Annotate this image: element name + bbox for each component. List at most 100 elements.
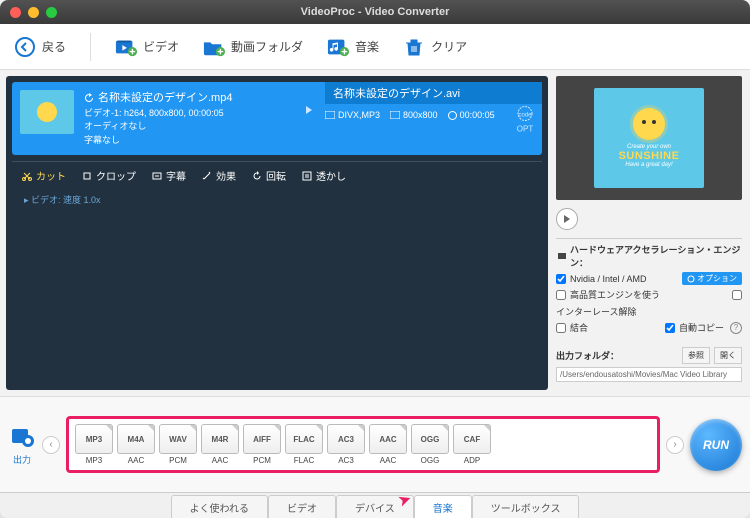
clip-output-info: 名称未設定のデザイン.avi DIVX,MP3 800x800 00:00:05 <box>325 90 534 147</box>
add-music-button[interactable]: 音楽 <box>327 36 379 58</box>
format-label: AAC <box>128 456 144 465</box>
codec-info: DIVX,MP3 <box>325 110 380 120</box>
nvidia-label: Nvidia / Intel / AMD <box>570 274 647 284</box>
arrow-right-icon <box>303 90 315 130</box>
format-icon: MP3 <box>75 424 113 454</box>
scroll-left-button[interactable]: ‹ <box>42 436 60 454</box>
subtitle-button[interactable]: 字幕 <box>152 168 186 183</box>
format-m4r[interactable]: M4RAAC <box>201 424 239 465</box>
folder-plus-icon <box>203 36 225 58</box>
hw-option-button[interactable]: オプション <box>682 272 742 285</box>
category-tabs: よく使われる ビデオ デバイス 音楽 ツールボックス ➤ <box>0 492 750 518</box>
deinterlace-checkbox[interactable] <box>732 290 742 300</box>
format-wav[interactable]: WAVPCM <box>159 424 197 465</box>
chip-icon <box>556 251 567 261</box>
clear-label: クリア <box>431 38 467 55</box>
back-button[interactable]: 戻る <box>14 36 66 58</box>
clip-audio-info: オーディオなし <box>84 120 293 134</box>
trash-icon <box>403 36 425 58</box>
open-button[interactable]: 開く <box>714 347 742 364</box>
format-mp3[interactable]: MP3MP3 <box>75 424 113 465</box>
cut-button[interactable]: カット <box>22 168 66 183</box>
folder-path: /Users/endousatoshi/Movies/Mac Video Lib… <box>556 367 742 382</box>
format-list: MP3MP3M4AAACWAVPCMM4RAACAIFFPCMFLACFLACA… <box>66 416 660 473</box>
rotate-icon <box>252 171 262 181</box>
clear-button[interactable]: クリア <box>403 36 467 58</box>
svg-text:code: code <box>518 112 532 118</box>
format-aac[interactable]: AACAAC <box>369 424 407 465</box>
preview-area: Create your own SUNSHINE Have a great da… <box>556 76 742 200</box>
format-caf[interactable]: CAF ADP <box>453 424 491 465</box>
effect-button[interactable]: 効果 <box>202 168 236 183</box>
format-label: PCM <box>253 456 271 465</box>
gear-icon <box>687 275 695 283</box>
music-plus-icon <box>327 36 349 58</box>
play-button[interactable] <box>556 208 578 230</box>
format-icon: CAF <box>453 424 491 454</box>
main-panel: 名称未設定のデザイン.mp4 ビデオ-1: h264, 800x800, 00:… <box>0 70 554 396</box>
hq-checkbox[interactable] <box>556 290 566 300</box>
opt-label: OPT <box>517 124 533 133</box>
output-folder-section: 出力フォルダ： 参照 開く /Users/endousatoshi/Movies… <box>556 344 742 382</box>
format-label: AAC <box>380 456 396 465</box>
folder-label: 動画フォルダ <box>231 38 303 55</box>
format-label: MP3 <box>86 456 102 465</box>
format-label: PCM <box>169 456 187 465</box>
back-label: 戻る <box>42 38 66 55</box>
format-m4a[interactable]: M4AAAC <box>117 424 155 465</box>
preview-image: Create your own SUNSHINE Have a great da… <box>594 88 704 188</box>
clip-video-info: ビデオ-1: h264, 800x800, 00:00:05 <box>84 107 293 121</box>
toolbar: 戻る ビデオ 動画フォルダ 音楽 クリア <box>0 24 750 70</box>
clip-item[interactable]: 名称未設定のデザイン.mp4 ビデオ-1: h264, 800x800, 00:… <box>12 82 542 155</box>
side-panel: Create your own SUNSHINE Have a great da… <box>554 70 750 396</box>
crop-button[interactable]: クロップ <box>82 168 136 183</box>
wand-icon <box>202 171 212 181</box>
clip-options-button[interactable]: code OPT <box>516 104 534 133</box>
watermark-icon <box>302 171 312 181</box>
run-button[interactable]: RUN <box>690 419 742 471</box>
output-settings-button[interactable]: 出力 <box>8 423 36 466</box>
crop-icon <box>82 171 92 181</box>
format-icon: OGG <box>411 424 449 454</box>
join-checkbox[interactable] <box>556 323 566 333</box>
window-title: VideoProc - Video Converter <box>0 6 750 18</box>
edit-toolbar: カット クロップ 字幕 効果 回転 透かし <box>12 161 542 189</box>
autocopy-checkbox[interactable] <box>665 323 675 333</box>
sun-graphic <box>633 108 665 140</box>
nvidia-checkbox[interactable] <box>556 274 566 284</box>
speed-indicator: ▸ ビデオ: 速度 1.0x <box>12 189 542 206</box>
format-flac[interactable]: FLACFLAC <box>285 424 323 465</box>
tab-video[interactable]: ビデオ <box>268 495 336 518</box>
hw-header: ハードウェアアクセラレーション・エンジン： <box>570 243 742 269</box>
browse-button[interactable]: 参照 <box>682 347 710 364</box>
add-folder-button[interactable]: 動画フォルダ <box>203 36 303 58</box>
watermark-button[interactable]: 透かし <box>302 168 346 183</box>
autocopy-label: 自動コピー <box>679 321 724 334</box>
tab-popular[interactable]: よく使われる <box>171 495 269 518</box>
preview-line3: Have a great day! <box>625 162 672 168</box>
play-icon <box>563 215 571 223</box>
titlebar: VideoProc - Video Converter <box>0 0 750 24</box>
clip-filename: 名称未設定のデザイン.mp4 <box>98 90 232 107</box>
add-video-button[interactable]: ビデオ <box>115 36 179 58</box>
body: 名称未設定のデザイン.mp4 ビデオ-1: h264, 800x800, 00:… <box>0 70 750 396</box>
back-icon <box>14 36 36 58</box>
folder-label: 出力フォルダ： <box>556 349 619 362</box>
scroll-right-button[interactable]: › <box>666 436 684 454</box>
rotate-button[interactable]: 回転 <box>252 168 286 183</box>
refresh-icon <box>84 93 94 103</box>
duration-info: 00:00:05 <box>448 110 495 120</box>
format-ac3[interactable]: AC3AC3 <box>327 424 365 465</box>
format-label: AC3 <box>338 456 354 465</box>
help-icon[interactable]: ? <box>730 322 742 334</box>
format-aiff[interactable]: AIFFPCM <box>243 424 281 465</box>
format-icon: M4R <box>201 424 239 454</box>
tab-music[interactable]: 音楽 <box>414 495 472 518</box>
format-icon: FLAC <box>285 424 323 454</box>
format-label: ADP <box>464 456 480 465</box>
subtitle-icon <box>152 171 162 181</box>
tab-toolbox[interactable]: ツールボックス <box>472 495 580 518</box>
scissors-icon <box>22 171 32 181</box>
clip-thumbnail <box>20 90 74 134</box>
format-ogg[interactable]: OGGOGG <box>411 424 449 465</box>
